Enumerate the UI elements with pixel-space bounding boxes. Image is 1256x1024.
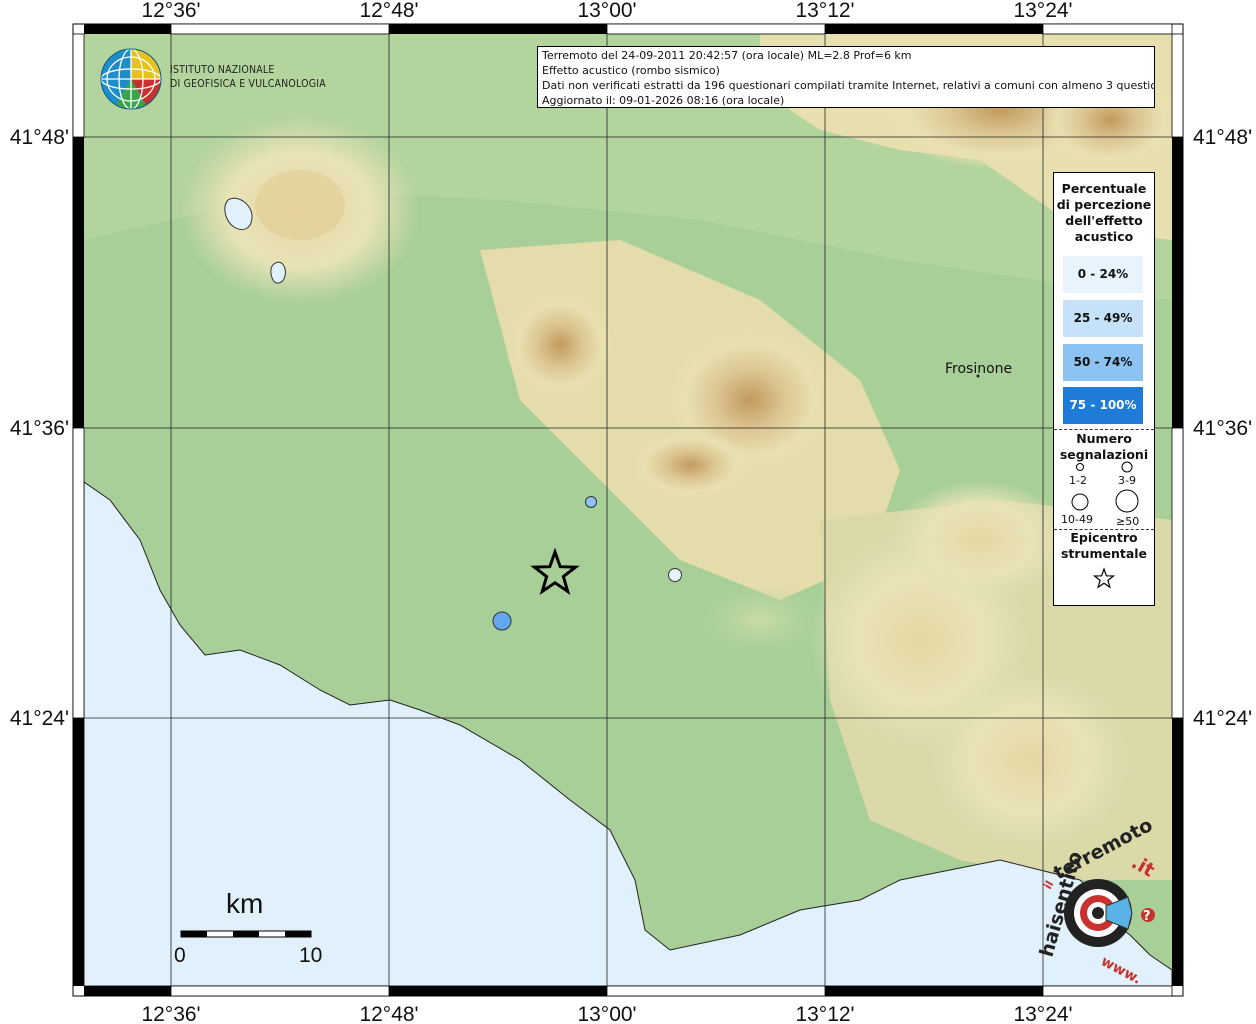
legend-title-line: dell'effetto [1065, 213, 1143, 228]
info-line-event: Terremoto del 24-09-2011 20:42:57 (ora l… [542, 49, 912, 62]
legend-epi-title-line: strumentale [1060, 546, 1148, 561]
legend-title-line: Percentuale [1061, 181, 1147, 196]
legend-title: Percentuale di percezione dell'effetto a… [1054, 173, 1154, 245]
size-10-49-icon [1071, 493, 1089, 511]
lon-label-bottom: 13°12' [795, 1003, 854, 1024]
place-label-frosinone: Frosinone [945, 361, 1013, 377]
size-3-9-icon [1121, 461, 1133, 473]
legend-epi-title-line: Epicentro [1070, 530, 1138, 545]
ingv-logo-icon [100, 48, 162, 110]
ingv-logo-text: ISTITUTO NAZIONALE DI GEOFISICA E VULCAN… [170, 63, 326, 91]
legend-epi-title: Epicentro strumentale [1054, 530, 1154, 562]
point-50-74[interactable] [492, 611, 512, 631]
lat-label-left: 41°36' [10, 417, 69, 440]
legend-divider [1054, 429, 1154, 430]
lat-label-right: 41°36' [1193, 417, 1252, 440]
ingv-logo-line2: DI GEOFISICA E VULCANOLOGIA [170, 78, 326, 90]
lon-label-top: 12°48' [359, 0, 418, 22]
lat-label-left: 41°48' [10, 126, 69, 149]
lat-label-right: 41°48' [1193, 126, 1252, 149]
watermark-text-6: ? [1143, 909, 1151, 924]
info-box: Terremoto del 24-09-2011 20:42:57 (ora l… [537, 46, 1155, 108]
legend-count-1-2: 1-2 [1069, 474, 1087, 487]
legend-title-line: di percezione [1056, 197, 1152, 212]
scale-min: 0 [174, 944, 186, 967]
legend: Percentuale di percezione dell'effetto a… [1053, 172, 1155, 606]
lon-label-top: 13°12' [795, 0, 854, 22]
info-line-updated: Aggiornato il: 09-01-2026 08:16 (ora loc… [542, 94, 785, 107]
legend-count-title-line: Numero [1076, 431, 1132, 446]
lat-label-right: 41°24' [1193, 707, 1252, 730]
legend-class-50-74: 50 - 74% [1063, 344, 1143, 381]
lon-label-top: 12°36' [141, 0, 200, 22]
lon-label-bottom: 12°36' [141, 1003, 200, 1024]
scale-title: km [226, 888, 264, 919]
legend-class-75-100: 75 - 100% [1063, 387, 1143, 424]
size-1-2-icon [1076, 463, 1084, 471]
info-line-effect: Effetto acustico (rombo sismico) [542, 64, 720, 77]
size-50-icon [1115, 489, 1139, 513]
scale-bar [180, 930, 312, 938]
info-line-data: Dati non verificati estratti da 196 ques… [542, 79, 1155, 92]
legend-count-50: ≥50 [1116, 515, 1140, 528]
point-25-49[interactable] [585, 496, 597, 508]
terrain [84, 34, 1172, 986]
lon-label-bottom: 13°00' [577, 1003, 636, 1024]
lon-label-bottom: 13°24' [1013, 1003, 1072, 1024]
point-0-24[interactable] [668, 568, 682, 582]
legend-title-line: acustico [1074, 229, 1134, 244]
lon-label-top: 13°24' [1013, 0, 1072, 22]
lon-label-bottom: 12°48' [359, 1003, 418, 1024]
scale-max: 10 [299, 944, 323, 967]
lat-label-left: 41°24' [10, 707, 69, 730]
legend-count-3-9: 3-9 [1118, 474, 1136, 487]
legend-class-0-24: 0 - 24% [1063, 256, 1143, 293]
lon-label-top: 13°00' [577, 0, 636, 22]
legend-class-25-49: 25 - 49% [1063, 300, 1143, 337]
ingv-logo-line1: ISTITUTO NAZIONALE [170, 64, 275, 76]
legend-count-10-49: 10-49 [1061, 513, 1093, 526]
legend-star-icon [1092, 567, 1116, 589]
